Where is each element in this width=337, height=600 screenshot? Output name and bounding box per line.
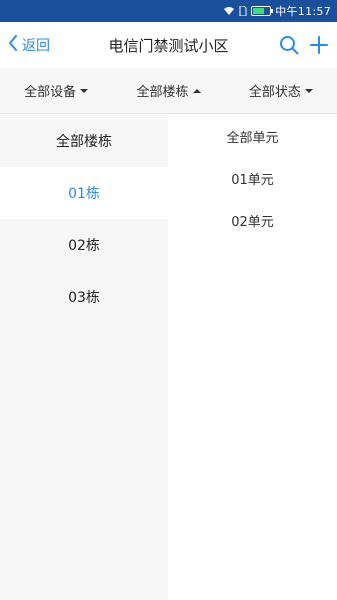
search-icon[interactable] [279,35,299,55]
back-button[interactable]: 返回 [8,22,50,68]
nav-bar: 返回 电信门禁测试小区 [0,22,337,68]
building-item-03[interactable]: 03栋 [0,271,168,323]
filter-building-label: 全部楼栋 [136,85,189,100]
status-time: 中午11:57 [275,5,331,18]
building-item-01[interactable]: 01栋 [0,167,168,219]
filter-bar: 全部设备 全部楼栋 全部状态 [0,68,337,114]
back-label: 返回 [22,38,50,54]
filter-device[interactable]: 全部设备 [24,81,89,100]
add-icon[interactable] [309,35,329,55]
unit-item-02[interactable]: 02单元 [168,199,337,241]
building-list: 全部楼栋 01栋 02栋 03栋 [0,115,168,600]
caret-down-icon [80,88,89,93]
filter-status-label: 全部状态 [248,85,301,100]
unit-item-all[interactable]: 全部单元 [168,115,337,157]
building-item-all[interactable]: 全部楼栋 [0,115,168,167]
unit-list: 全部单元 01单元 02单元 [168,115,337,600]
filter-device-label: 全部设备 [24,85,77,100]
caret-up-icon [192,88,201,93]
filter-status[interactable]: 全部状态 [249,81,313,100]
status-bar: 中午11:57 [0,0,337,22]
building-item-02[interactable]: 02栋 [0,219,168,271]
status-icons [223,6,274,16]
chevron-left-icon [8,35,22,55]
wifi-icon [223,6,235,16]
unit-item-01[interactable]: 01单元 [168,157,337,199]
caret-down-icon [304,88,313,93]
nav-actions [279,22,329,68]
sim-icon [239,6,247,16]
filter-building[interactable]: 全部楼栋 [136,81,201,100]
battery-icon [251,6,274,16]
